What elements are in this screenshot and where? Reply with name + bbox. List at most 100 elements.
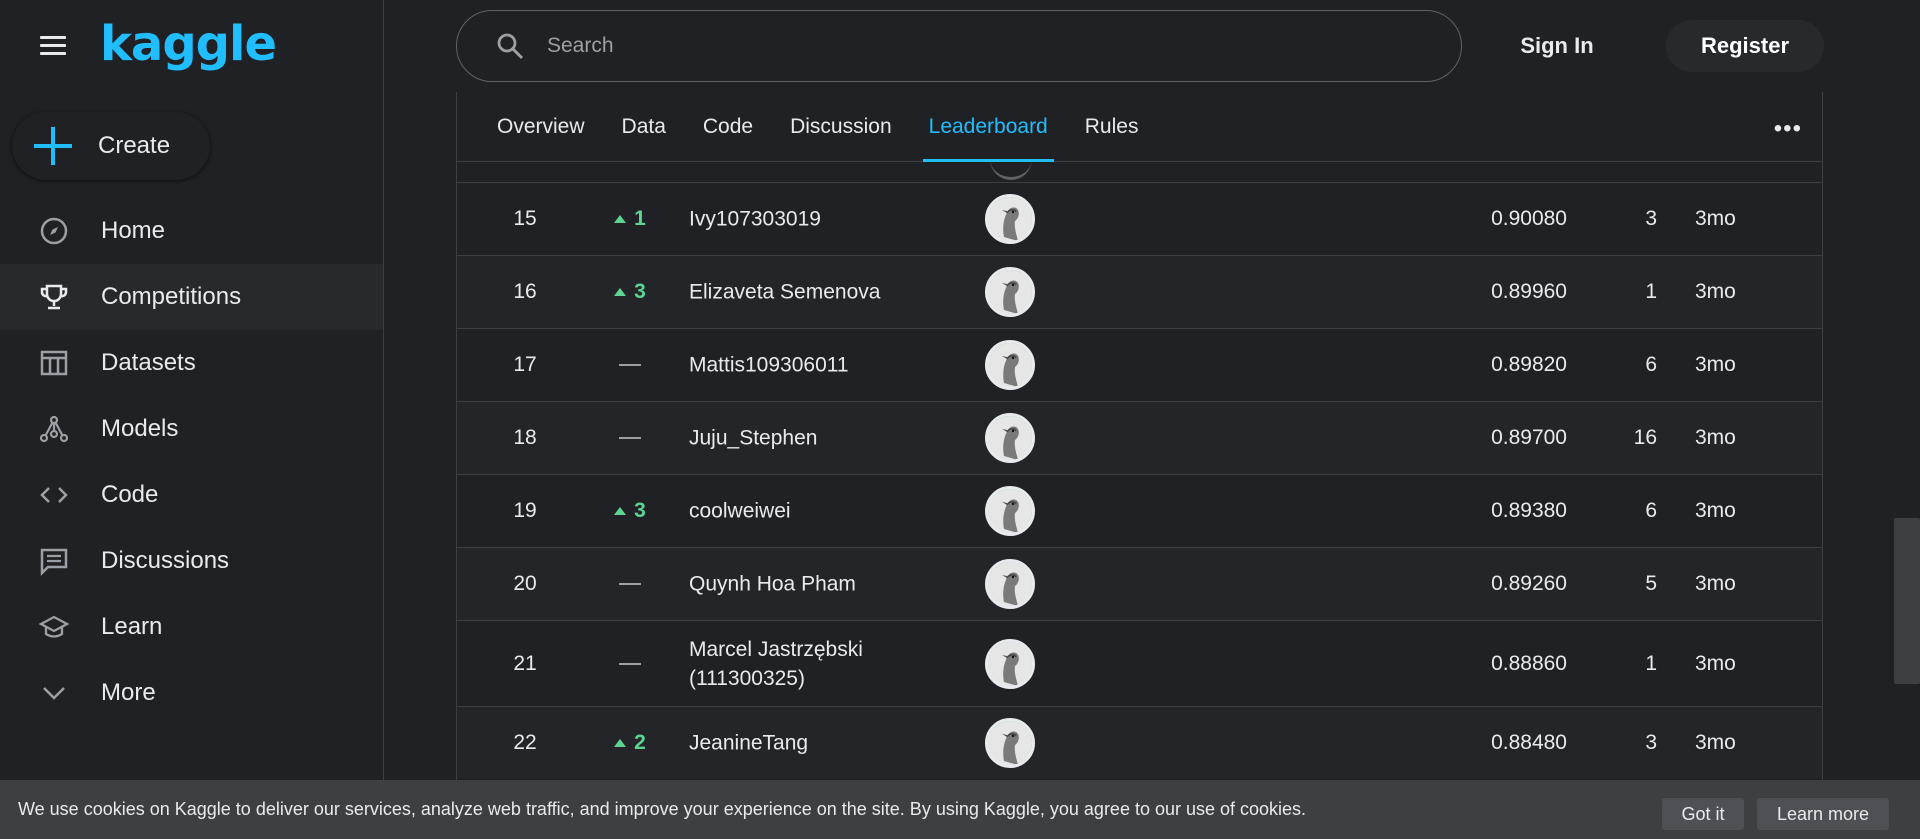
tab-leaderboard[interactable]: Leaderboard xyxy=(922,92,1054,162)
avatar[interactable] xyxy=(985,194,1035,244)
table-row[interactable]: 15 1 Ivy107303019 0.90080 3 3mo xyxy=(457,182,1822,255)
sidebar-item-code[interactable]: Code xyxy=(0,462,383,528)
progress-ring xyxy=(988,343,1032,387)
tab-discussion[interactable]: Discussion xyxy=(784,92,898,162)
sidebar-item-datasets[interactable]: Datasets xyxy=(0,330,383,396)
progress-ring xyxy=(988,721,1032,765)
tab-code[interactable]: Code xyxy=(697,92,759,162)
entries-count: 5 xyxy=(1645,572,1657,595)
avatar[interactable] xyxy=(985,486,1035,536)
progress-ring xyxy=(988,641,1032,686)
entries-count: 3 xyxy=(1645,731,1657,754)
rank: 17 xyxy=(513,353,537,376)
graduation-cap-icon xyxy=(37,610,71,644)
sidebar-item-learn[interactable]: Learn xyxy=(0,594,383,660)
sidebar-item-home[interactable]: Home xyxy=(0,198,383,264)
table-row[interactable]: 20 Quynh Hoa Pham 0.89260 5 3mo xyxy=(457,547,1822,620)
sidebar-item-discussions[interactable]: Discussions xyxy=(0,528,383,594)
sidebar-item-label: Code xyxy=(101,481,159,508)
arrow-up-icon xyxy=(614,215,627,223)
rank: 21 xyxy=(513,651,537,675)
table-row[interactable]: 22 2 JeanineTang 0.88480 3 3mo xyxy=(457,706,1822,779)
entries-count: 3 xyxy=(1645,207,1657,230)
avatar[interactable] xyxy=(985,718,1035,768)
sidebar-item-label: Home xyxy=(101,217,166,244)
team-name[interactable]: coolweiwei xyxy=(689,497,969,526)
tab-rules[interactable]: Rules xyxy=(1079,92,1145,162)
rank: 15 xyxy=(513,207,537,230)
team-name[interactable]: JeanineTang xyxy=(689,729,969,758)
table-row[interactable]: 18 Juju_Stephen 0.89700 16 3mo xyxy=(457,401,1822,474)
trophy-icon xyxy=(37,280,71,314)
table-row[interactable]: 17 Mattis109306011 0.89820 6 3mo xyxy=(457,328,1822,401)
table-row[interactable]: 16 3 Elizaveta Semenova 0.89960 1 3mo xyxy=(457,255,1822,328)
progress-ring xyxy=(988,197,1032,241)
table-row[interactable]: 21 Marcel Jastrzębski (111300325) 0.88860 1… xyxy=(457,620,1822,706)
sidebar-item-label: Models xyxy=(101,415,179,442)
last-submission: 3mo xyxy=(1695,426,1736,449)
scrollbar[interactable] xyxy=(1894,92,1920,839)
compass-icon xyxy=(37,214,71,248)
team-name[interactable]: Ivy107303019 xyxy=(689,205,969,234)
last-submission: 3mo xyxy=(1695,353,1736,376)
entries-count: 1 xyxy=(1645,651,1657,675)
score: 0.89260 xyxy=(1491,572,1567,595)
sidebar-item-label: Discussions xyxy=(101,547,230,574)
score: 0.89380 xyxy=(1491,499,1567,522)
last-submission: 3mo xyxy=(1695,499,1736,522)
no-change-dash-icon xyxy=(619,662,641,665)
last-submission: 3mo xyxy=(1695,280,1736,303)
tab-data[interactable]: Data xyxy=(616,92,672,162)
sidebar-item-label: Learn xyxy=(101,613,163,640)
avatar[interactable] xyxy=(985,413,1035,463)
team-name[interactable]: Juju_Stephen xyxy=(689,424,969,453)
create-button[interactable]: Create xyxy=(12,112,210,180)
sidebar-item-models[interactable]: Models xyxy=(0,396,383,462)
last-submission: 3mo xyxy=(1695,651,1736,675)
learn-more-button[interactable]: Learn more xyxy=(1757,798,1889,830)
rank-change: 1 xyxy=(605,207,655,231)
score: 0.89700 xyxy=(1491,426,1567,449)
tab-overview[interactable]: Overview xyxy=(491,92,591,162)
kaggle-logo[interactable]: kaggle xyxy=(100,16,277,72)
hamburger-menu-icon[interactable] xyxy=(38,34,68,58)
avatar[interactable] xyxy=(985,340,1035,390)
rank-change-value: 3 xyxy=(634,499,646,522)
sidebar-item-label: Competitions xyxy=(101,283,242,310)
more-options-icon[interactable]: ••• xyxy=(1774,115,1802,143)
entries-count: 6 xyxy=(1645,499,1657,522)
arrow-up-icon xyxy=(614,507,627,515)
got-it-button[interactable]: Got it xyxy=(1662,798,1744,830)
rank: 18 xyxy=(513,426,537,449)
avatar[interactable] xyxy=(985,267,1035,317)
plus-icon xyxy=(34,127,72,165)
sidebar-item-label: More xyxy=(101,679,156,706)
search-input[interactable] xyxy=(547,34,1427,58)
sidebar-item-more[interactable]: More xyxy=(0,660,383,726)
avatar[interactable] xyxy=(985,638,1035,689)
score: 0.88480 xyxy=(1491,731,1567,754)
team-name[interactable]: Mattis109306011 xyxy=(689,351,969,380)
rank-change xyxy=(605,437,655,439)
avatar[interactable] xyxy=(985,559,1035,609)
team-name[interactable]: Quynh Hoa Pham xyxy=(689,570,969,599)
cookie-banner: We use cookies on Kaggle to deliver our … xyxy=(0,780,1920,839)
search-bar[interactable] xyxy=(456,10,1462,82)
sidebar-item-competitions[interactable]: Competitions xyxy=(0,264,383,330)
table-row[interactable]: 19 3 coolweiwei 0.89380 6 3mo xyxy=(457,474,1822,547)
sign-in-button[interactable]: Sign In xyxy=(1486,20,1628,72)
team-name[interactable]: Elizaveta Semenova xyxy=(689,278,969,307)
team-name[interactable]: Marcel Jastrzębski (111300325) xyxy=(689,635,969,693)
arrow-up-icon xyxy=(614,739,627,747)
last-submission: 3mo xyxy=(1695,207,1736,230)
competition-tabs: Overview Data Code Discussion Leaderboar… xyxy=(457,92,1822,162)
rank-change: 3 xyxy=(605,280,655,304)
scrollbar-thumb[interactable] xyxy=(1894,518,1920,684)
rank: 22 xyxy=(513,731,537,754)
top-bar: Sign In Register xyxy=(384,0,1920,92)
table-icon xyxy=(37,346,71,380)
sidebar-nav: Home Competitions Datasets Models Code D… xyxy=(0,198,383,726)
rank-change xyxy=(605,583,655,585)
no-change-dash-icon xyxy=(619,364,641,366)
register-button[interactable]: Register xyxy=(1666,20,1824,72)
